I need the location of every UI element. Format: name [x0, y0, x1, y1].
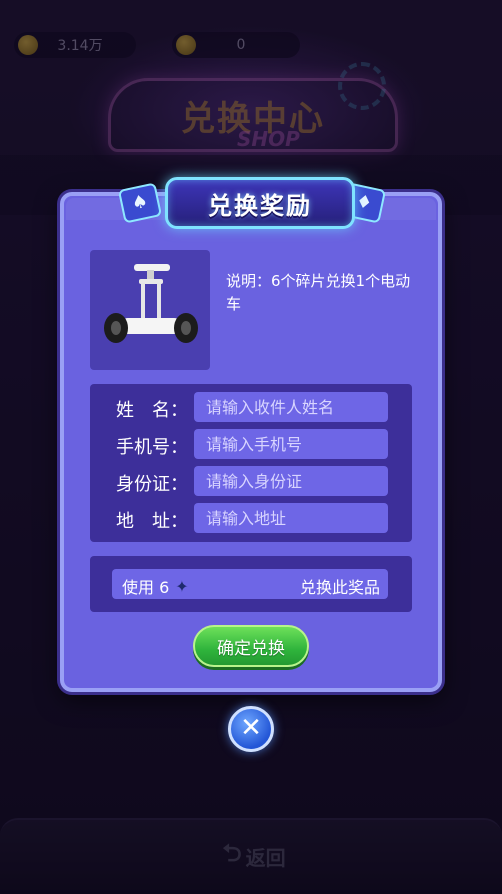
form-row-address: 地 址： — [90, 503, 412, 533]
phone-label: 手机号： — [116, 437, 188, 458]
exchange-description: 说明：6个碎片兑换1个电动车 — [226, 272, 411, 313]
redeem-option[interactable]: 使用 6 ✦ 兑换此奖品 — [112, 569, 388, 599]
address-label: 地 址： — [116, 511, 188, 532]
scooter-icon — [104, 264, 198, 343]
id-label: 身份证： — [116, 474, 188, 495]
form-row-name: 姓 名： — [90, 392, 412, 422]
address-input[interactable] — [194, 503, 388, 533]
close-icon[interactable]: ✕ — [228, 706, 274, 752]
phone-input[interactable] — [194, 429, 388, 459]
dialog-title: 兑换奖励 — [208, 191, 312, 220]
form-row-id: 身份证： — [90, 466, 412, 496]
id-card-input[interactable] — [194, 466, 388, 496]
form-row-phone: 手机号： — [90, 429, 412, 459]
dialog-title-banner: 兑换奖励 — [165, 177, 355, 229]
confirm-exchange-button[interactable]: 确定兑换 — [193, 625, 309, 667]
name-input[interactable] — [194, 392, 388, 422]
fragment-icon: ✦ — [175, 576, 189, 596]
shipping-form: 姓 名： 手机号： 身份证： 地 址： — [90, 384, 412, 542]
name-label: 姓 名： — [116, 400, 188, 421]
product-image — [90, 250, 210, 370]
cost-panel: 使用 6 ✦ 兑换此奖品 — [90, 556, 412, 612]
cost-text: 使用 6 — [122, 578, 170, 597]
redeem-label: 兑换此奖品 — [299, 578, 380, 597]
cost-info: 使用 6 ✦ — [122, 574, 189, 598]
